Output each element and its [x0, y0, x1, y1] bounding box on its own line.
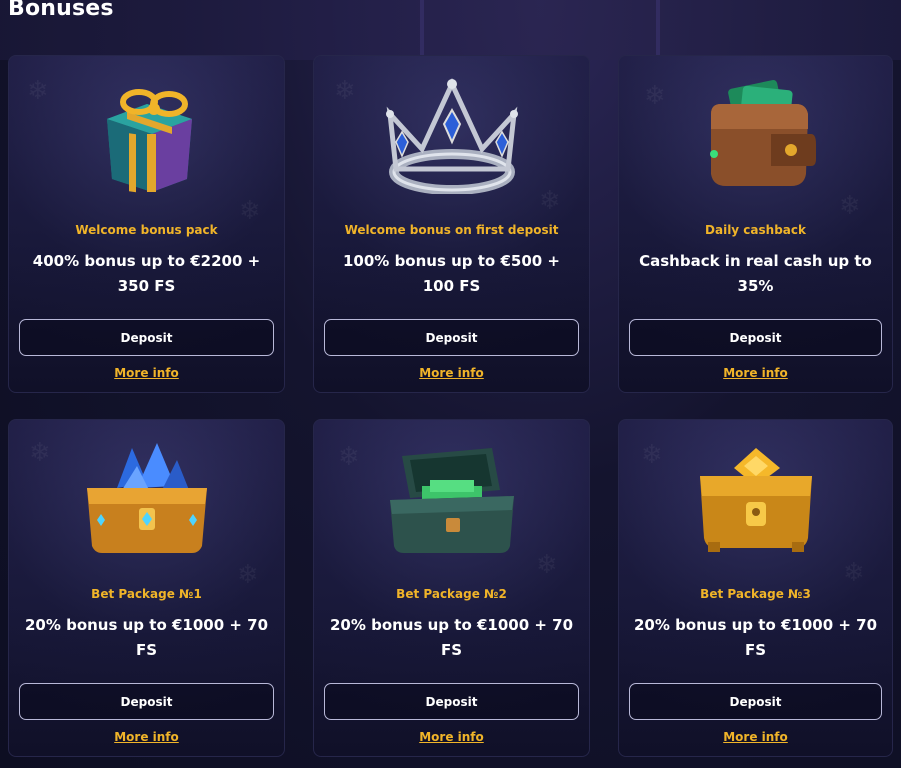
snowflake-icon: ❄	[338, 442, 360, 472]
bonus-card: ❄ ❄ Daily cashback Cashback in real cash…	[618, 55, 893, 393]
snowflake-icon: ❄	[539, 186, 561, 216]
bonus-card: ❄ ❄ Welcome bonus pack 400% bonus up to …	[8, 55, 285, 393]
deposit-button[interactable]: Deposit	[19, 683, 274, 720]
card-title: 400% bonus up to €2200 + 350 FS	[32, 252, 261, 295]
deposit-button[interactable]: Deposit	[629, 683, 882, 720]
card-subtitle: Daily cashback	[705, 223, 806, 237]
more-info-link[interactable]: More info	[314, 366, 589, 380]
gift-box-icon	[106, 89, 192, 193]
card-subtitle: Bet Package №1	[91, 587, 202, 601]
deposit-button[interactable]: Deposit	[629, 319, 882, 356]
deposit-button[interactable]: Deposit	[19, 319, 274, 356]
card-subtitle: Bet Package №3	[700, 587, 811, 601]
card-title: Cashback in real cash up to 35%	[639, 252, 872, 295]
deposit-button[interactable]: Deposit	[324, 319, 579, 356]
more-info-link[interactable]: More info	[314, 730, 589, 744]
bonus-card: ❄ ❄ Bet Package №2 20% bonus up to €1000…	[313, 419, 590, 757]
snowflake-icon: ❄	[536, 550, 558, 580]
card-title: 20% bonus up to €1000 + 70 FS	[24, 616, 269, 659]
snowflake-icon: ❄	[843, 558, 865, 588]
crown-icon	[385, 78, 518, 194]
more-info-link[interactable]: More info	[9, 730, 284, 744]
bonus-card: ❄ ❄ Bet Package №3 20% bonus up to €1000…	[618, 419, 893, 757]
snowflake-icon: ❄	[27, 76, 49, 106]
money-chest-icon	[389, 448, 514, 553]
bonus-grid: ❄ ❄ Welcome bonus pack 400% bonus up to …	[8, 55, 893, 757]
bonus-card: ❄ ❄ Bet Package №1 20% bonus up to €1000…	[8, 419, 285, 757]
bonus-card: ❄ ❄ Welcome bonus on first deposit 100% …	[313, 55, 590, 393]
snowflake-icon: ❄	[334, 76, 356, 106]
snowflake-icon: ❄	[237, 560, 259, 590]
more-info-link[interactable]: More info	[9, 366, 284, 380]
header-decoration	[420, 0, 660, 60]
more-info-link[interactable]: More info	[619, 366, 892, 380]
card-title: 100% bonus up to €500 + 100 FS	[343, 252, 560, 295]
snowflake-icon: ❄	[29, 438, 51, 468]
snowflake-icon: ❄	[644, 81, 666, 111]
page-title: Bonuses	[8, 0, 114, 21]
deposit-button[interactable]: Deposit	[324, 683, 579, 720]
gold-chest-icon	[699, 448, 812, 552]
more-info-link[interactable]: More info	[619, 730, 892, 744]
card-subtitle: Welcome bonus on first deposit	[344, 223, 559, 237]
wallet-icon	[709, 79, 816, 186]
crystal-chest-icon	[86, 443, 207, 553]
card-subtitle: Welcome bonus pack	[75, 223, 218, 237]
card-title: 20% bonus up to €1000 + 70 FS	[633, 616, 878, 659]
snowflake-icon: ❄	[239, 196, 261, 226]
snowflake-icon: ❄	[839, 191, 861, 221]
snowflake-icon: ❄	[641, 440, 663, 470]
card-title: 20% bonus up to €1000 + 70 FS	[329, 616, 574, 659]
card-subtitle: Bet Package №2	[396, 587, 507, 601]
